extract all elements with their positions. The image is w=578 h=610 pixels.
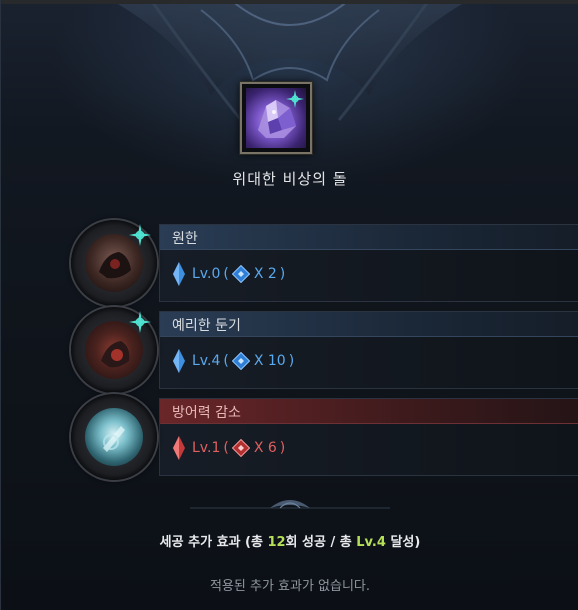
engraving-row-1[interactable]: 원한 Lv.0 ( X 2 ): [71, 220, 578, 306]
engraving-row-2[interactable]: 예리한 둔기 Lv.4 ( X 10 ): [71, 307, 578, 393]
ability-stone-panel: 위대한 비상의 돌 원한 Lv.0 ( X 2 ) 예리한 둔기 Lv.4 (…: [0, 0, 578, 610]
engraving-level: Lv.1: [192, 440, 221, 456]
sparkle-icon: [129, 311, 151, 333]
engraving-header: 방어력 감소: [160, 399, 578, 424]
ornamental-divider: [190, 500, 390, 509]
engraving-level: Lv.4: [192, 353, 221, 369]
summary-middle: 회 성공 / 총: [285, 535, 357, 550]
defense-reduction-engraving-icon: [85, 408, 143, 466]
engraving-name: 방어력 감소: [172, 405, 241, 421]
summary-prefix: 세공 추가 효과 (총: [159, 535, 268, 550]
no-additional-effect-text: 적용된 추가 효과가 없습니다.: [209, 579, 371, 594]
summary-success-count: 12: [267, 535, 286, 550]
engraving-medal: [71, 394, 157, 480]
blue-diamond-icon: [231, 352, 250, 370]
engraving-level-line: Lv.1 ( X 6 ): [172, 435, 288, 461]
summary-level: Lv.4: [356, 535, 386, 550]
engraving-level-line: Lv.0 ( X 2 ): [172, 261, 288, 287]
red-diamond-icon: [231, 439, 250, 457]
blue-diamond-icon: [231, 265, 250, 283]
engraving-multiplier: X 10: [253, 353, 286, 369]
engraving-bar: 예리한 둔기 Lv.4 ( X 10 ): [159, 311, 578, 389]
engraving-medal: [71, 307, 157, 393]
stone-title: 위대한 비상의 돌: [232, 170, 348, 188]
blue-crystal-icon: [173, 349, 185, 373]
engraving-name: 예리한 둔기: [172, 318, 241, 334]
red-crystal-icon: [173, 436, 185, 460]
engraving-medal: [71, 220, 157, 306]
sparkle-icon: [286, 90, 304, 108]
engraving-level-line: Lv.4 ( X 10 ): [172, 348, 297, 374]
engraving-name: 원한: [172, 231, 198, 247]
engraving-row-3[interactable]: 방어력 감소 Lv.1 ( X 6 ): [71, 394, 578, 480]
engraving-multiplier: X 6: [253, 440, 277, 456]
engraving-level: Lv.0: [192, 266, 221, 282]
engraving-multiplier: X 2: [253, 266, 277, 282]
engraving-header: 예리한 둔기: [160, 312, 578, 337]
summary-suffix: 달성): [385, 535, 421, 550]
faceting-summary: 세공 추가 효과 (총 12회 성공 / 총 Lv.4 달성): [1, 531, 578, 550]
stone-icon-frame: [240, 82, 312, 154]
engraving-bar: 방어력 감소 Lv.1 ( X 6 ): [159, 398, 578, 476]
engraving-header: 원한: [160, 225, 578, 250]
engraving-bar: 원한 Lv.0 ( X 2 ): [159, 224, 578, 302]
blue-crystal-icon: [173, 262, 185, 286]
sparkle-icon: [129, 224, 151, 246]
